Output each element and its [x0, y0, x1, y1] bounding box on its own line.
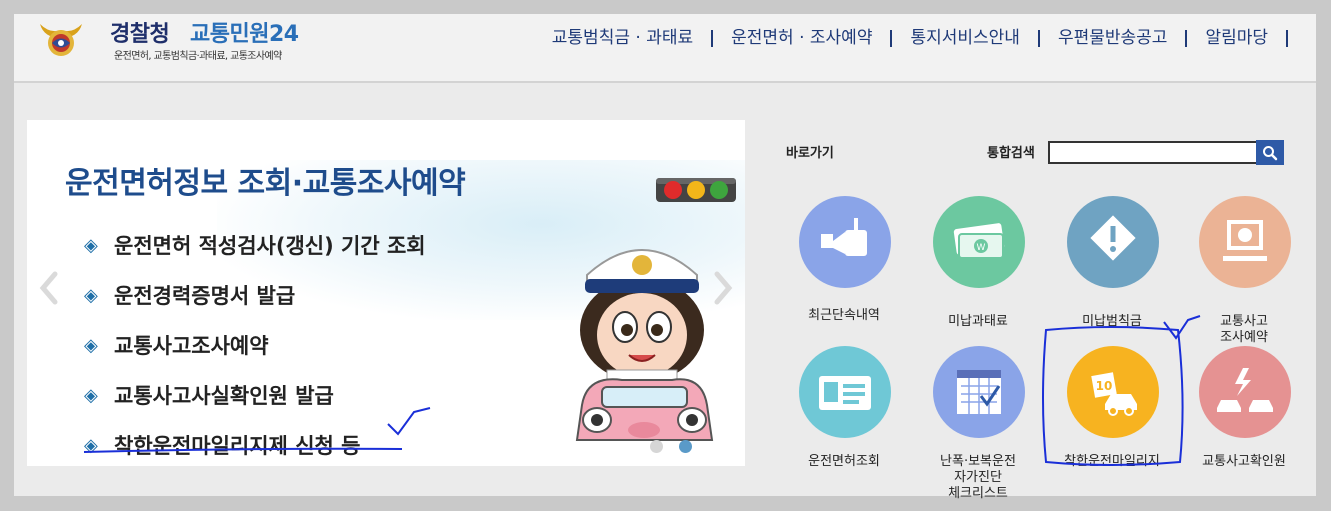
diamond-bullet-icon: ◈: [84, 384, 98, 406]
tile-label: 난폭·보복운전 자가진단 체크리스트: [940, 454, 1016, 501]
tile-label: 미납과태료: [948, 314, 1008, 329]
tile-circle: [799, 346, 891, 438]
tile-circle: [1199, 346, 1291, 438]
main-nav: 교통범칙금 · 과태료 운전면허 · 조사예약 통지서비스안내 우편물반송공고 …: [534, 30, 1288, 47]
slider-pagination: [650, 440, 692, 453]
nav-item-fines[interactable]: 교통범칙금 · 과태료: [534, 30, 714, 47]
tile-recent-violations[interactable]: 최근단속내역: [784, 196, 904, 336]
svg-text:W: W: [977, 243, 986, 253]
tile-circle: W: [933, 196, 1025, 288]
car-crash-icon: [1217, 368, 1273, 412]
banner-link-accident-certificate[interactable]: ◈ 교통사고사실확인원 발급: [84, 370, 426, 420]
page: 경찰청 교통민원24 운전면허, 교통범칙금·과태료, 교통조사예약 교통범칙금…: [14, 14, 1316, 501]
tile-circle: [933, 346, 1025, 438]
warning-sign-icon: [1090, 215, 1136, 261]
banner-link-label: 교통사고사실확인원 발급: [114, 384, 334, 408]
tile-label: 미납범칙금: [1082, 314, 1142, 329]
license-card-icon: [819, 376, 871, 410]
quick-links-panel: 바로가기 통합검색 최근단속내역 W 미납과태료 미납범칙금 교통사고 조사예약…: [784, 134, 1304, 501]
tile-circle: [1067, 196, 1159, 288]
nav-item-board[interactable]: 알림마당: [1187, 30, 1288, 47]
tile-accident-certificate[interactable]: 교통사고확인원: [1184, 346, 1304, 486]
banner-link-mileage[interactable]: ◈ 착한운전마일리지제 신청 등: [84, 420, 426, 466]
camera-icon: [821, 218, 867, 256]
tile-good-driving-mileage[interactable]: 10 착한운전마일리지: [1052, 346, 1172, 486]
tile-label: 착한운전마일리지: [1064, 454, 1160, 469]
search-icon: [1263, 145, 1278, 160]
banner-link-label: 착한운전마일리지제 신청 등: [114, 434, 361, 458]
nav-item-returned-mail[interactable]: 우편물반송공고: [1040, 30, 1188, 47]
nav-item-notice-service[interactable]: 통지서비스안내: [892, 30, 1040, 47]
tile-reckless-driving-checklist[interactable]: 난폭·보복운전 자가진단 체크리스트: [918, 346, 1038, 501]
slider-dot-2[interactable]: [679, 440, 692, 453]
shortcut-label: 바로가기: [786, 146, 834, 161]
mileage-car-icon: 10: [1091, 372, 1137, 416]
logo-tagline: 운전면허, 교통범칙금·과태료, 교통조사예약: [114, 51, 282, 62]
search-button[interactable]: [1256, 140, 1284, 165]
logo-sub-text: 교통민원24: [190, 22, 299, 47]
nav-item-license[interactable]: 운전면허 · 조사예약: [713, 30, 893, 47]
slider-prev-arrow-icon[interactable]: [37, 270, 61, 306]
tile-circle: 10: [1067, 346, 1159, 438]
tile-label: 교통사고 조사예약: [1220, 314, 1268, 345]
diamond-bullet-icon: ◈: [84, 434, 98, 456]
tile-label: 운전면허조회: [808, 454, 880, 469]
tile-circle: [1199, 196, 1291, 288]
tile-circle: [799, 196, 891, 288]
tile-unpaid-penalties[interactable]: 미납범칙금: [1052, 196, 1172, 336]
tile-unpaid-fines[interactable]: W 미납과태료: [918, 196, 1038, 336]
banner-link-aptitude-test[interactable]: ◈ 운전면허 적성검사(갱신) 기간 조회: [84, 220, 426, 270]
banner-link-driving-career[interactable]: ◈ 운전경력증명서 발급: [84, 270, 426, 320]
tile-license-lookup[interactable]: 운전면허조회: [784, 346, 904, 486]
police-emblem-icon: [40, 24, 82, 56]
diamond-bullet-icon: ◈: [84, 234, 98, 256]
diamond-bullet-icon: ◈: [84, 284, 98, 306]
money-icon: W: [953, 223, 1005, 259]
banner-link-label: 교통사고조사예약: [114, 334, 269, 358]
monitor-icon: [1223, 220, 1267, 261]
diamond-bullet-icon: ◈: [84, 334, 98, 356]
tile-label: 최근단속내역: [808, 308, 880, 323]
logo-main-text: 경찰청: [110, 22, 170, 47]
calendar-check-icon: [957, 370, 1001, 414]
police-mascot-illustration: [575, 249, 714, 441]
banner-menu-list: ◈ 운전면허 적성검사(갱신) 기간 조회 ◈ 운전경력증명서 발급 ◈ 교통사…: [84, 220, 426, 466]
integrated-search-input[interactable]: [1048, 141, 1262, 164]
search-label: 통합검색: [987, 146, 1035, 161]
svg-text:10: 10: [1096, 379, 1113, 393]
tile-accident-reservation[interactable]: 교통사고 조사예약: [1184, 196, 1304, 345]
header: 경찰청 교통민원24 운전면허, 교통범칙금·과태료, 교통조사예약 교통범칙금…: [14, 14, 1316, 83]
banner-link-label: 운전경력증명서 발급: [114, 284, 296, 308]
banner-link-label: 운전면허 적성검사(갱신) 기간 조회: [114, 234, 426, 258]
tile-label: 교통사고확인원: [1202, 454, 1286, 469]
banner-title: 운전면허정보 조회·교통조사예약: [65, 166, 466, 201]
site-logo[interactable]: 경찰청 교통민원24 운전면허, 교통범칙금·과태료, 교통조사예약: [38, 16, 338, 66]
slider-next-arrow-icon[interactable]: [711, 270, 735, 306]
slider-dot-1[interactable]: [650, 440, 663, 453]
main-banner-slider: 운전면허정보 조회·교통조사예약 ◈ 운전면허 적성검사(갱신) 기간 조회 ◈…: [27, 120, 745, 466]
banner-link-accident-reservation[interactable]: ◈ 교통사고조사예약: [84, 320, 426, 370]
